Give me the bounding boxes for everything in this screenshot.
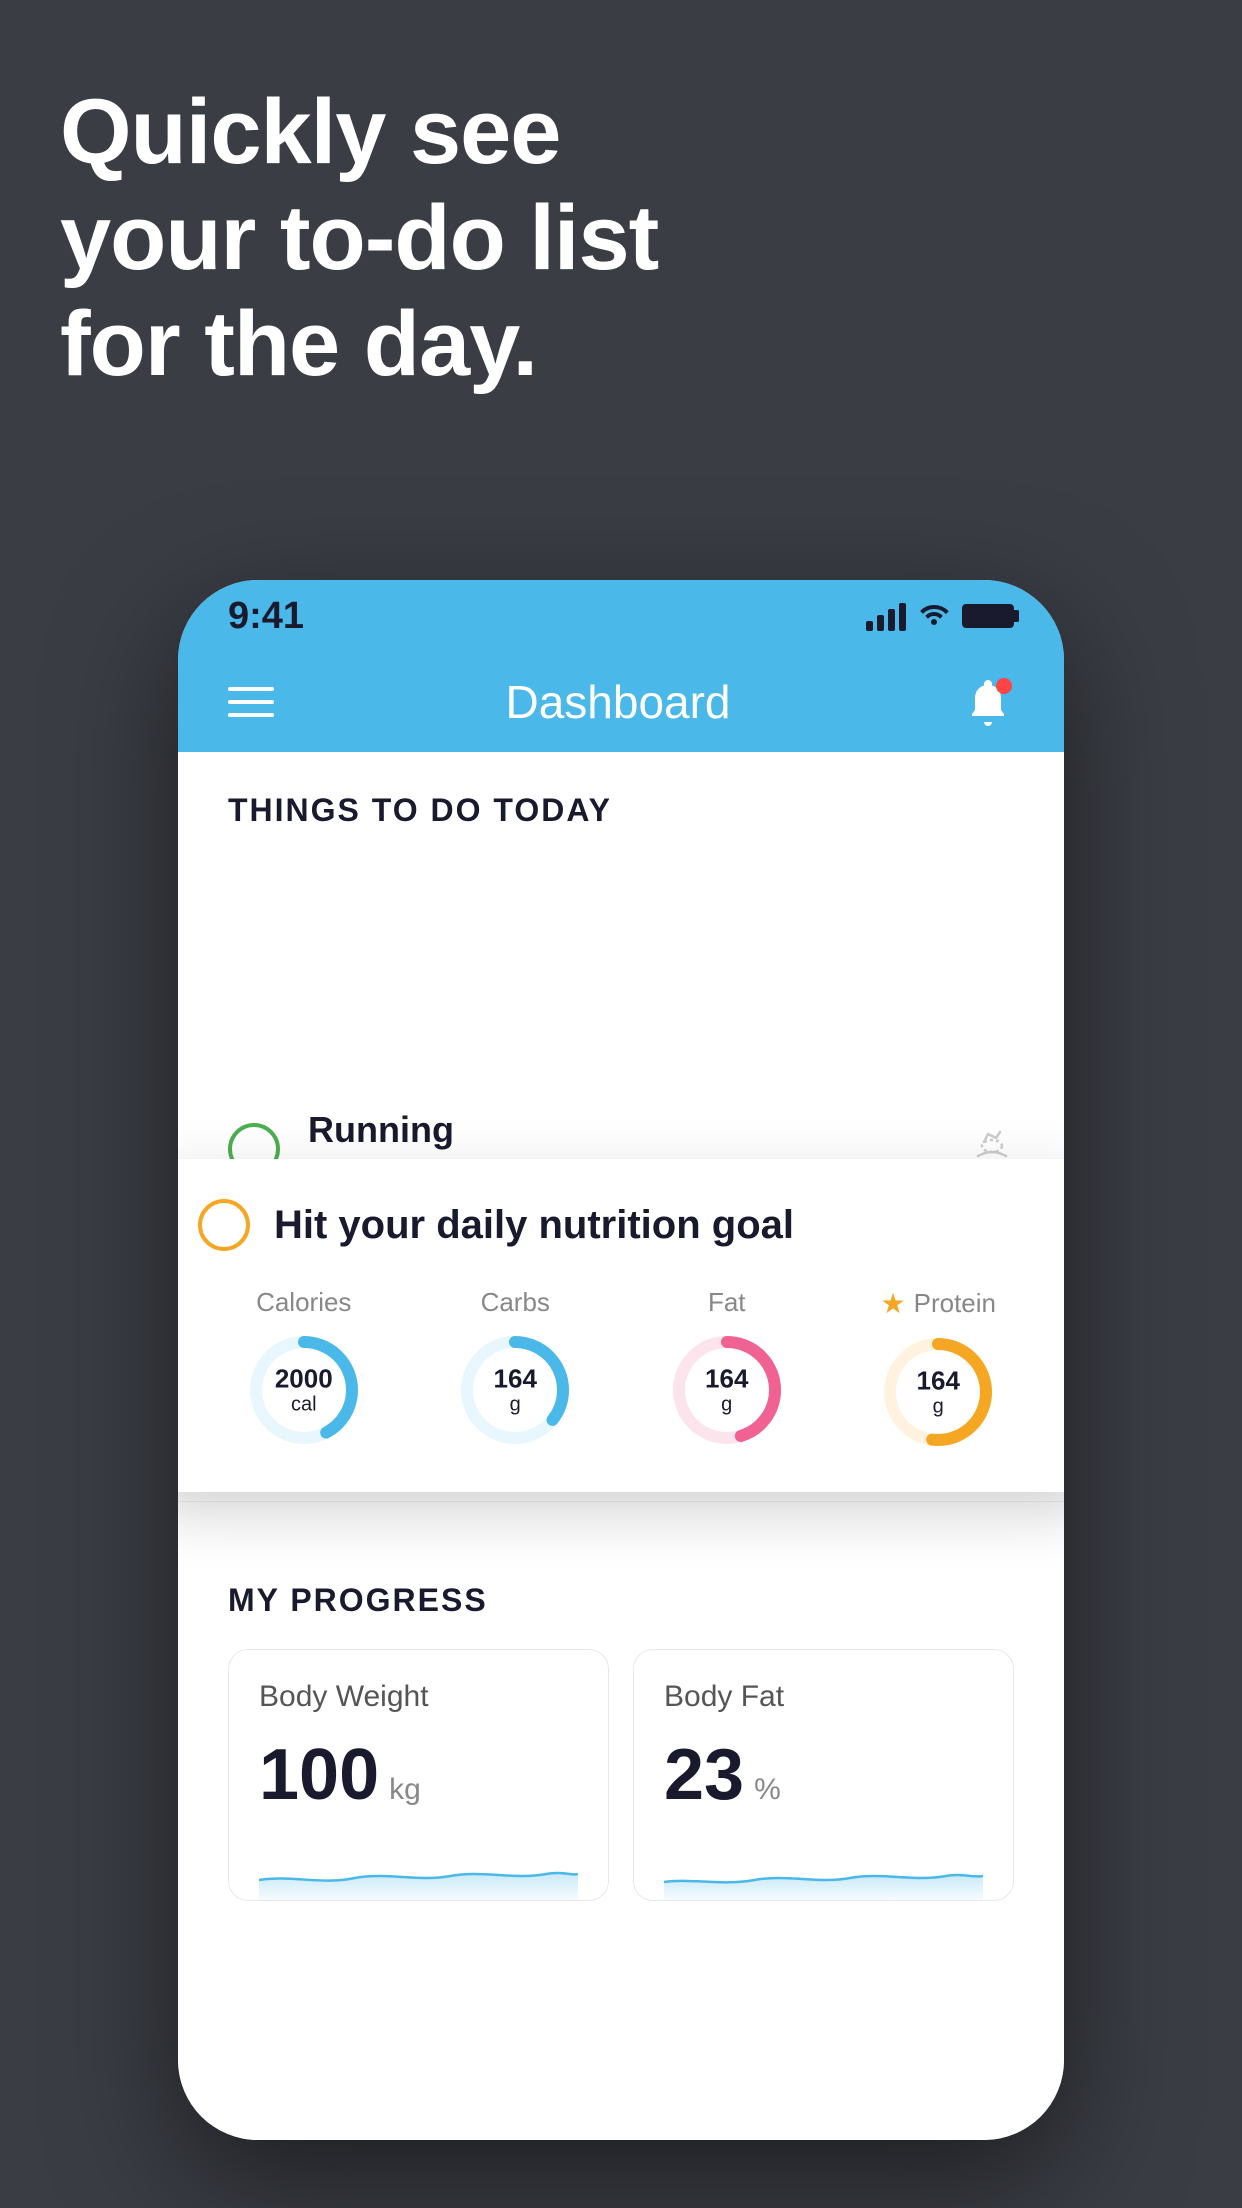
fat-chart xyxy=(664,1840,983,1900)
bell-icon[interactable] xyxy=(962,676,1014,728)
battery-icon xyxy=(962,604,1014,628)
nutrition-fat: Fat 164 g xyxy=(667,1287,787,1450)
fat-card-title: Body Fat xyxy=(664,1680,983,1714)
status-time: 9:41 xyxy=(228,595,304,638)
carbs-label: Carbs xyxy=(481,1287,550,1318)
progress-card-weight: Body Weight 100 kg xyxy=(228,1649,609,1901)
weight-chart xyxy=(259,1840,578,1900)
phone-content: THINGS TO DO TODAY Hit your daily nutrit… xyxy=(178,752,1064,2140)
nutrition-card-title: Hit your daily nutrition goal xyxy=(274,1203,794,1248)
nutrition-row: Calories 2000 cal xyxy=(198,1287,1044,1452)
progress-section: MY PROGRESS Body Weight 100 kg xyxy=(178,1542,1064,1921)
calories-label: Calories xyxy=(256,1287,351,1318)
progress-cards: Body Weight 100 kg xyxy=(228,1649,1014,1901)
todo-container: Hit your daily nutrition goal Calories xyxy=(178,1079,1064,1502)
progress-header: MY PROGRESS xyxy=(228,1582,1014,1619)
fat-value: 23 xyxy=(664,1734,744,1816)
notification-dot xyxy=(996,678,1012,694)
weight-card-title: Body Weight xyxy=(259,1680,578,1714)
weight-unit: kg xyxy=(389,1773,421,1807)
hamburger-menu[interactable] xyxy=(228,687,274,717)
protein-label: ★ Protein xyxy=(881,1287,997,1320)
nutrition-protein: ★ Protein 164 g xyxy=(878,1287,998,1452)
app-header: Dashboard xyxy=(178,652,1064,752)
todo-circle-nutrition xyxy=(198,1199,250,1251)
progress-card-fat: Body Fat 23 % xyxy=(633,1649,1014,1901)
star-icon: ★ xyxy=(881,1287,906,1320)
nutrition-calories: Calories 2000 cal xyxy=(244,1287,364,1450)
nutrition-carbs: Carbs 164 g xyxy=(455,1287,575,1450)
status-icons xyxy=(866,599,1014,633)
headline: Quickly see your to-do list for the day. xyxy=(60,80,658,397)
fat-unit: % xyxy=(754,1773,781,1807)
nutrition-card: Hit your daily nutrition goal Calories xyxy=(178,1159,1064,1492)
signal-icon xyxy=(866,601,906,631)
header-title: Dashboard xyxy=(505,675,730,729)
phone-shell: 9:41 Dashboard xyxy=(178,580,1064,2140)
wifi-icon xyxy=(918,599,950,633)
fat-label: Fat xyxy=(708,1287,746,1318)
section-header-todo: THINGS TO DO TODAY xyxy=(178,752,1064,849)
todo-title-running: Running xyxy=(308,1109,942,1151)
status-bar: 9:41 xyxy=(178,580,1064,652)
weight-value: 100 xyxy=(259,1734,379,1816)
